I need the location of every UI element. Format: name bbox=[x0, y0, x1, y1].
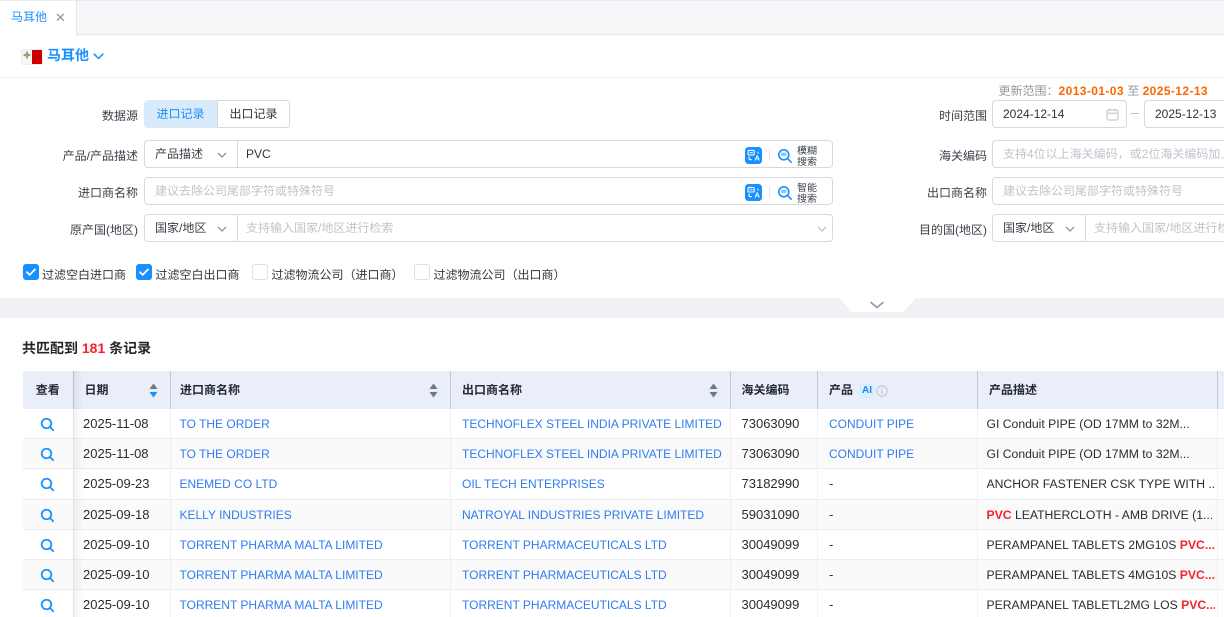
svg-text:A: A bbox=[754, 154, 760, 163]
svg-text:A: A bbox=[754, 191, 760, 200]
